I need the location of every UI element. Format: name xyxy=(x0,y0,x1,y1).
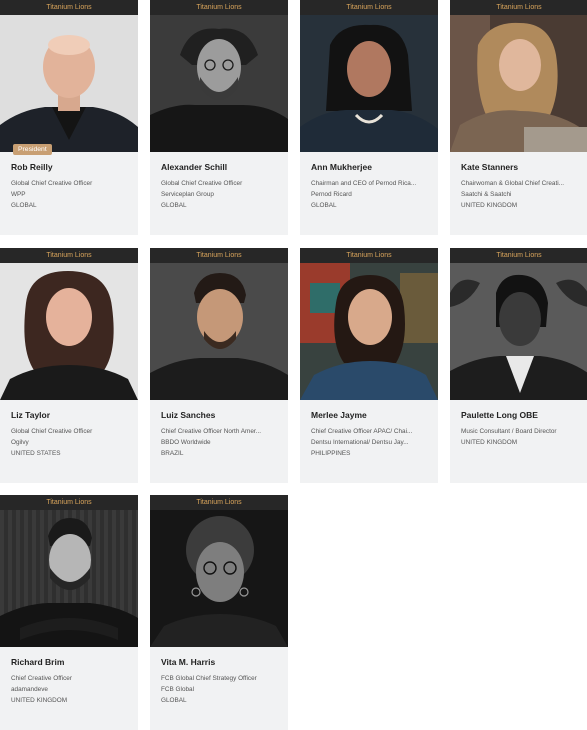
juror-name: Vita M. Harris xyxy=(161,657,216,667)
portrait-photo xyxy=(150,263,288,400)
juror-title: Chairwoman & Global Chief Creati... xyxy=(461,180,565,187)
juror-country: GLOBAL xyxy=(311,202,337,209)
jury-grid: Titanium Lions President Rob Reilly Glob… xyxy=(0,0,587,730)
juror-company: adamandeve xyxy=(11,686,48,693)
portrait-photo xyxy=(0,15,138,152)
juror-name: Rob Reilly xyxy=(11,162,53,172)
president-badge: President xyxy=(13,144,52,155)
juror-country: GLOBAL xyxy=(161,697,187,704)
juror-name: Ann Mukherjee xyxy=(311,162,372,172)
juror-title: Music Consultant / Board Director xyxy=(461,428,557,435)
category-tag: Titanium Lions xyxy=(150,495,288,510)
juror-company: Ogilvy xyxy=(11,439,29,446)
juror-country: PHILIPPINES xyxy=(311,450,351,457)
juror-company: Saatchi & Saatchi xyxy=(461,191,512,198)
category-tag: Titanium Lions xyxy=(0,495,138,510)
jury-card-rob-reilly[interactable]: Titanium Lions President Rob Reilly Glob… xyxy=(0,0,138,235)
juror-title: Global Chief Creative Officer xyxy=(11,428,93,435)
category-tag: Titanium Lions xyxy=(300,0,438,15)
jury-card-paulette-long[interactable]: Titanium Lions Paulette Long OBE Music C… xyxy=(450,248,587,483)
juror-company: Pernod Ricard xyxy=(311,191,352,198)
juror-name: Merlee Jayme xyxy=(311,410,367,420)
juror-title: FCB Global Chief Strategy Officer xyxy=(161,675,257,682)
jury-card-richard-brim[interactable]: Titanium Lions Richard Brim Chief Creati… xyxy=(0,495,138,730)
jury-card-vita-harris[interactable]: Titanium Lions Vita M. Harris FCB Global… xyxy=(150,495,288,730)
portrait-photo xyxy=(450,263,587,400)
category-tag: Titanium Lions xyxy=(450,0,587,15)
portrait-photo xyxy=(300,263,438,400)
portrait-photo xyxy=(300,15,438,152)
juror-company: FCB Global xyxy=(161,686,195,693)
jury-card-liz-taylor[interactable]: Titanium Lions Liz Taylor Global Chief C… xyxy=(0,248,138,483)
juror-title: Chief Creative Officer xyxy=(11,675,72,682)
portrait-photo xyxy=(0,510,138,647)
jury-card-alexander-schill[interactable]: Titanium Lions Alexander Schill Global C… xyxy=(150,0,288,235)
juror-company: Dentsu International/ Dentsu Jay... xyxy=(311,439,409,446)
juror-title: Chief Creative Officer APAC/ Chai... xyxy=(311,428,413,435)
juror-company: WPP xyxy=(11,191,26,198)
category-tag: Titanium Lions xyxy=(0,0,138,15)
category-tag: Titanium Lions xyxy=(150,248,288,263)
portrait-photo xyxy=(450,15,587,152)
category-tag: Titanium Lions xyxy=(150,0,288,15)
juror-country: UNITED STATES xyxy=(11,450,61,457)
juror-name: Liz Taylor xyxy=(11,410,51,420)
juror-name: Alexander Schill xyxy=(161,162,228,172)
juror-name: Kate Stanners xyxy=(461,162,519,172)
category-tag: Titanium Lions xyxy=(300,248,438,263)
juror-name: Richard Brim xyxy=(11,657,65,667)
category-tag: Titanium Lions xyxy=(450,248,587,263)
juror-country: UNITED KINGDOM xyxy=(11,697,68,704)
juror-title: Chairman and CEO of Pernod Rica... xyxy=(311,180,417,187)
juror-title: Global Chief Creative Officer xyxy=(11,180,93,187)
jury-card-merlee-jayme[interactable]: Titanium Lions Merlee Jayme Chief Creati… xyxy=(300,248,438,483)
portrait-photo xyxy=(150,15,288,152)
jury-card-ann-mukherjee[interactable]: Titanium Lions Ann Mukherjee Chairman an… xyxy=(300,0,438,235)
juror-country: UNITED KINGDOM xyxy=(461,202,518,209)
juror-name: Paulette Long OBE xyxy=(461,410,538,420)
juror-country: GLOBAL xyxy=(11,202,37,209)
juror-country: GLOBAL xyxy=(161,202,187,209)
portrait-photo xyxy=(150,510,288,647)
juror-country: BRAZIL xyxy=(161,450,184,457)
juror-title: Chief Creative Officer North Amer... xyxy=(161,428,262,435)
juror-company: BBDO Worldwide xyxy=(161,439,211,446)
jury-card-luiz-sanches[interactable]: Titanium Lions Luiz Sanches Chief Creati… xyxy=(150,248,288,483)
jury-card-kate-stanners[interactable]: Titanium Lions Kate Stanners Chairwoman … xyxy=(450,0,587,235)
category-tag: Titanium Lions xyxy=(0,248,138,263)
juror-company: Serviceplan Group xyxy=(161,191,214,198)
portrait-photo xyxy=(0,263,138,400)
juror-company: UNITED KINGDOM xyxy=(461,439,518,446)
juror-title: Global Chief Creative Officer xyxy=(161,180,243,187)
juror-name: Luiz Sanches xyxy=(161,410,216,420)
